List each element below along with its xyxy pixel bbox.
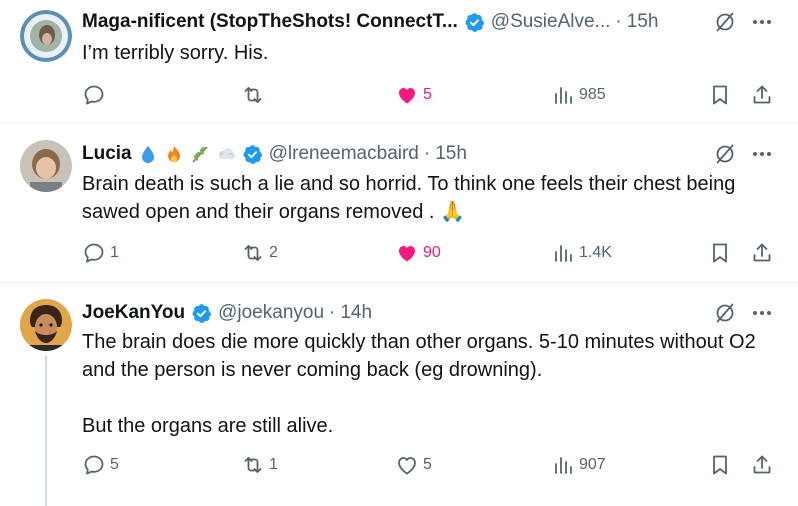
reply-button[interactable] [82, 80, 110, 110]
tweet-text: The brain does die more quickly than oth… [82, 328, 772, 440]
share-button[interactable] [750, 80, 774, 110]
timestamp[interactable]: 15h [435, 143, 467, 165]
herb-icon [192, 146, 208, 163]
views-icon [551, 83, 575, 107]
bookmark-icon [708, 241, 732, 265]
grok-icon[interactable] [713, 301, 737, 325]
repost-count: 2 [269, 244, 278, 261]
display-name[interactable]: Maga-nificent (StopTheShots! ConnectT... [82, 11, 458, 33]
avatar[interactable] [20, 299, 72, 351]
reply-button[interactable]: 5 [82, 450, 119, 480]
views-button[interactable]: 1.4K [551, 238, 612, 268]
user-handle[interactable]: @joekanyou [218, 302, 324, 324]
heart-filled-icon [395, 83, 419, 107]
separator: · [615, 11, 622, 32]
reply-icon [82, 453, 106, 477]
fire-icon [167, 145, 180, 162]
grok-icon[interactable] [713, 10, 737, 34]
like-count: 90 [423, 244, 441, 261]
repost-icon [241, 453, 265, 477]
view-count: 907 [579, 456, 606, 473]
view-count: 1.4K [579, 244, 612, 261]
bookmark-button[interactable] [708, 80, 732, 110]
like-button[interactable]: 5 [395, 80, 432, 110]
tweet-paragraph: But the organs are still alive. [82, 415, 334, 437]
thread-line [45, 356, 47, 506]
more-options-icon[interactable] [750, 301, 774, 325]
share-icon [750, 453, 774, 477]
droplet-icon [141, 146, 154, 163]
timestamp[interactable]: 15h [627, 11, 659, 33]
separator: · [329, 302, 336, 323]
reply-icon [82, 83, 106, 107]
grok-icon[interactable] [713, 142, 737, 166]
more-options-icon[interactable] [750, 142, 774, 166]
view-count: 985 [579, 86, 606, 103]
tweet-paragraph: Brain death is such a lie and so horrid.… [82, 173, 736, 223]
bookmark-icon [708, 83, 732, 107]
user-handle[interactable]: @SusieAlve... [491, 11, 611, 33]
heart-filled-icon [395, 241, 419, 265]
like-count: 5 [423, 86, 432, 103]
share-button[interactable] [750, 238, 774, 268]
bookmark-button[interactable] [708, 238, 732, 268]
like-button[interactable]: 90 [395, 238, 441, 268]
bookmark-button[interactable] [708, 450, 732, 480]
like-count: 5 [423, 456, 432, 473]
repost-button[interactable]: 2 [241, 238, 278, 268]
action-bar: 5 1 5 907 [82, 450, 774, 480]
avatar[interactable] [20, 140, 72, 192]
tweet-divider [0, 282, 798, 283]
heart-icon [395, 453, 419, 477]
tweet-text: Brain death is such a lie and so horrid.… [82, 170, 772, 226]
reply-count: 1 [110, 244, 119, 261]
repost-button[interactable] [241, 80, 269, 110]
verified-badge-icon [191, 303, 212, 324]
action-bar: 1 2 90 1.4K [82, 238, 774, 268]
timestamp[interactable]: 14h [340, 302, 372, 324]
views-button[interactable]: 985 [551, 80, 606, 110]
verified-badge-icon [242, 144, 263, 165]
verified-badge-icon [464, 12, 485, 33]
like-button[interactable]: 5 [395, 450, 432, 480]
separator: · [423, 143, 431, 164]
user-handle[interactable]: @lreneemacbaird [269, 143, 419, 165]
action-bar: 5 985 [82, 80, 774, 110]
tweet-divider [0, 123, 798, 124]
avatar[interactable] [20, 10, 72, 62]
reply-count: 5 [110, 456, 119, 473]
views-button[interactable]: 907 [551, 450, 606, 480]
display-name[interactable]: Lucia [82, 143, 132, 165]
views-icon [551, 241, 575, 265]
share-icon [750, 241, 774, 265]
share-icon [750, 83, 774, 107]
display-name[interactable]: JoeKanYou [82, 302, 185, 324]
cloud-icon [218, 148, 235, 160]
repost-icon [241, 241, 265, 265]
share-button[interactable] [750, 450, 774, 480]
more-options-icon[interactable] [750, 10, 774, 34]
tweet-paragraph: I’m terribly sorry. His. [82, 42, 269, 64]
repost-count: 1 [269, 456, 278, 473]
tweet-text: I’m terribly sorry. His. [82, 39, 772, 67]
tweet-paragraph: The brain does die more quickly than oth… [82, 331, 756, 381]
views-icon [551, 453, 575, 477]
repost-button[interactable]: 1 [241, 450, 278, 480]
reply-icon [82, 241, 106, 265]
reply-button[interactable]: 1 [82, 238, 119, 268]
repost-icon [241, 83, 265, 107]
bookmark-icon [708, 453, 732, 477]
